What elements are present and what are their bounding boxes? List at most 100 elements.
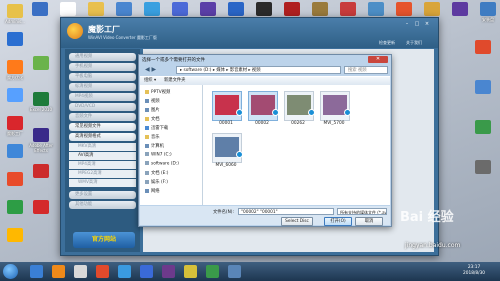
video-thumbnail[interactable] xyxy=(248,91,279,121)
sidebar-item[interactable]: 手机视频 xyxy=(69,63,136,71)
taskbar-app-icon[interactable] xyxy=(118,265,131,278)
promo-banner[interactable]: 官方网站 xyxy=(73,232,135,248)
tree-item[interactable]: 文档 xyxy=(145,116,160,122)
maximize-icon[interactable]: □ xyxy=(413,21,421,27)
taskbar-app-icon[interactable] xyxy=(228,265,241,278)
desktop-icon[interactable] xyxy=(28,2,52,17)
desktop-icon[interactable]: Adminis... xyxy=(2,4,28,24)
desktop-icon[interactable] xyxy=(392,2,416,17)
desktop-icon[interactable] xyxy=(2,200,28,215)
sidebar-item[interactable]: 通用视频 xyxy=(69,53,136,61)
system-clock[interactable]: 23:17 2018/8/30 xyxy=(463,265,485,277)
sidebar-subitem[interactable]: MP4高清 xyxy=(69,161,136,169)
desktop-icon[interactable] xyxy=(168,2,192,17)
navigation-tree: PPTV视频 视频图片文档迅雷下载音乐计算机 WIN7 (C:) software (… xyxy=(140,85,203,205)
select-disc-button[interactable]: Select Disc xyxy=(281,217,313,226)
sidebar-item[interactable]: 平板电脑 xyxy=(69,73,136,81)
taskbar-app-icon[interactable] xyxy=(162,265,175,278)
taskbar-app-icon[interactable] xyxy=(96,265,109,278)
desktop-icon[interactable] xyxy=(28,200,54,215)
desktop-icon[interactable] xyxy=(308,2,332,17)
tree-item[interactable]: 音乐 xyxy=(145,134,160,140)
sidebar-subitem[interactable]: AVI高清 xyxy=(69,152,136,160)
sidebar-item[interactable]: MP4视频 xyxy=(69,93,136,101)
taskbar-app-icon[interactable] xyxy=(52,265,65,278)
taskbar-app-icon[interactable] xyxy=(74,265,87,278)
desktop-icon[interactable]: Excel 2010 xyxy=(28,92,54,112)
start-button[interactable] xyxy=(3,264,18,279)
tree-item[interactable]: 计算机 xyxy=(145,143,164,149)
desktop-icon[interactable] xyxy=(470,160,496,175)
desktop-icon[interactable] xyxy=(470,40,496,55)
desktop-icon[interactable] xyxy=(2,228,28,243)
sidebar-item[interactable]: 更多设置 xyxy=(69,191,136,199)
video-thumbnail[interactable] xyxy=(212,91,243,121)
tree-item[interactable]: 迅雷下载 xyxy=(145,125,168,131)
desktop-icon[interactable] xyxy=(112,2,136,17)
tree-item[interactable]: 视频 xyxy=(145,98,160,104)
desktop-icon[interactable] xyxy=(2,32,28,47)
address-bar[interactable]: ▸ software (D:) ▸ 媒体 ▸ 影音素材 ▸ 视频 xyxy=(176,66,341,74)
video-thumbnail[interactable] xyxy=(284,91,315,121)
desktop-icon[interactable] xyxy=(28,164,54,179)
taskbar-app-icon[interactable] xyxy=(184,265,197,278)
player-badge-icon xyxy=(236,151,243,158)
desktop-icon[interactable] xyxy=(280,2,304,17)
taskbar-app-icon[interactable] xyxy=(30,265,43,278)
tree-item[interactable]: PPTV视频 xyxy=(145,89,170,95)
video-thumbnail[interactable] xyxy=(212,133,243,163)
sidebar-subitem[interactable]: WMV高清 xyxy=(69,179,136,187)
search-input[interactable]: 搜索 视频 xyxy=(344,66,388,74)
desktop-icon[interactable] xyxy=(336,2,360,17)
close-icon[interactable]: × xyxy=(423,21,431,27)
desktop-icon[interactable] xyxy=(224,2,248,17)
filename-input[interactable]: "00002" "00001" xyxy=(238,208,334,215)
desktop-icon[interactable] xyxy=(140,2,164,17)
desktop-icon[interactable] xyxy=(28,56,54,71)
desktop-icon[interactable]: 安装盘 xyxy=(476,2,500,23)
sidebar-item[interactable]: 常见视频文件 xyxy=(69,123,136,131)
tree-item[interactable]: 文档 (E:) xyxy=(145,170,168,176)
desktop-icon[interactable] xyxy=(196,2,220,17)
sidebar-group-header[interactable]: 高清视频格式 xyxy=(69,133,136,141)
sidebar-item[interactable]: 标清视频 xyxy=(69,83,136,91)
sidebar-subitem[interactable]: MPEG2高清 xyxy=(69,170,136,178)
cancel-button[interactable]: 取消 xyxy=(355,217,383,226)
desktop-icon[interactable]: 魔方优化 xyxy=(2,60,28,80)
taskbar-app-icon[interactable] xyxy=(206,265,219,278)
new-folder-button[interactable]: 新建文件夹 xyxy=(164,77,185,85)
desktop-icon[interactable] xyxy=(252,2,276,17)
desktop-icon[interactable] xyxy=(2,144,28,159)
organize-button[interactable]: 组织 ▾ xyxy=(144,77,156,85)
tree-item[interactable]: 网络 xyxy=(145,188,160,194)
desktop-icon[interactable] xyxy=(470,120,496,135)
desktop-icon[interactable] xyxy=(2,88,28,103)
video-thumbnail[interactable] xyxy=(320,91,351,121)
desktop-icon[interactable]: Adobe After Effects xyxy=(28,128,54,153)
dialog-close-button[interactable]: ✕ xyxy=(368,56,388,63)
desktop-icon[interactable] xyxy=(364,2,388,17)
desktop-icon[interactable] xyxy=(470,80,496,95)
sidebar-item[interactable]: 其他功能 xyxy=(69,201,136,209)
about-us-link[interactable]: 关于我们 xyxy=(406,40,422,46)
tree-item[interactable]: 娱乐 (F:) xyxy=(145,179,168,185)
desktop-icon[interactable] xyxy=(56,2,80,17)
desktop-icon[interactable] xyxy=(84,2,108,17)
check-update-link[interactable]: 检查更新 xyxy=(379,40,395,46)
back-forward-icon[interactable]: ◀ ▶ xyxy=(145,66,156,73)
app-shortcut-icon xyxy=(228,2,244,16)
minimize-icon[interactable]: – xyxy=(403,21,411,27)
taskbar-app-icon[interactable] xyxy=(140,265,153,278)
sidebar-item[interactable]: 音频文件 xyxy=(69,113,136,121)
sidebar-item[interactable]: DVD/VCD xyxy=(69,103,136,111)
desktop-icon[interactable] xyxy=(420,2,444,17)
desktop-icon[interactable]: 魔影工厂 xyxy=(2,116,28,136)
desktop-icon[interactable] xyxy=(2,172,28,187)
desktop-icon[interactable] xyxy=(448,2,472,17)
filetype-select[interactable]: 所有支持的媒体文件 (*.avi;*.as xyxy=(337,208,387,215)
tree-item[interactable]: WIN7 (C:) xyxy=(145,152,172,158)
tree-item[interactable]: software (D:) xyxy=(145,161,179,167)
tree-item[interactable]: 图片 xyxy=(145,107,160,113)
sidebar-subitem[interactable]: MKV高清 xyxy=(69,143,136,151)
open-button[interactable]: 打开(O) xyxy=(324,217,352,226)
